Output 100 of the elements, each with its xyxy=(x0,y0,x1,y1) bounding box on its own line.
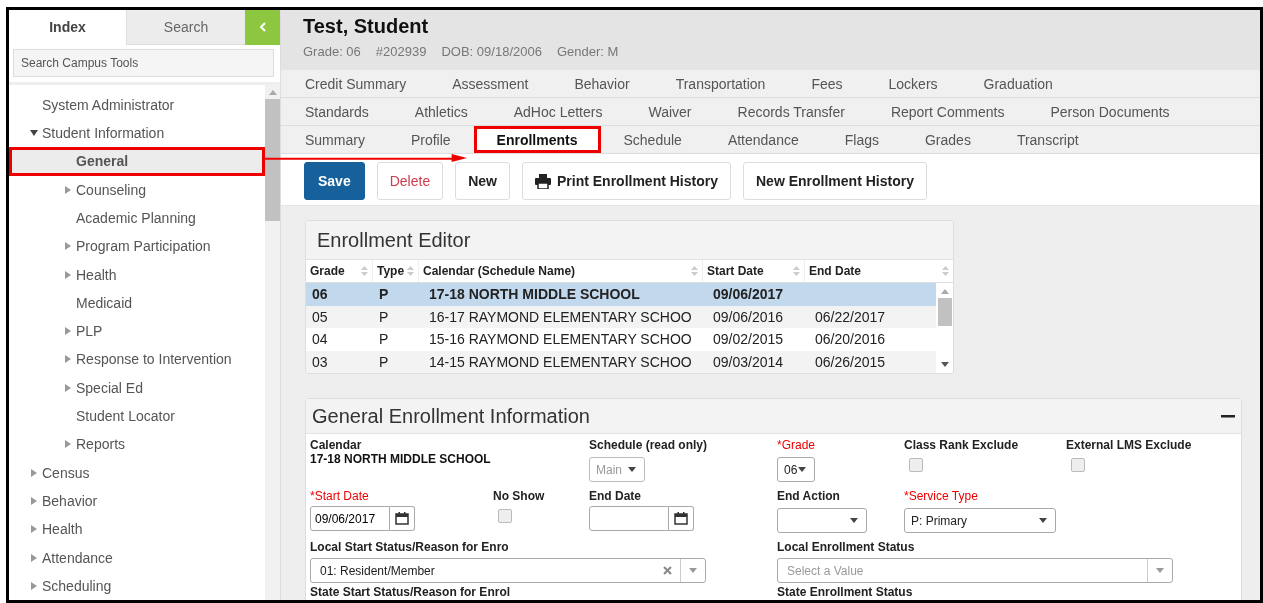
column-header[interactable]: Calendar (Schedule Name) xyxy=(419,260,703,282)
tab[interactable]: Athletics xyxy=(391,98,491,125)
table-cell: 06 xyxy=(312,286,328,303)
tab[interactable]: Behavior xyxy=(551,70,653,97)
field-label: State Enrollment Status xyxy=(777,585,914,600)
tab[interactable]: Credit Summary xyxy=(282,70,430,97)
calendar-icon xyxy=(674,512,688,526)
select-field[interactable]: 06 xyxy=(777,457,815,483)
tab[interactable]: Enrollments xyxy=(473,126,601,153)
tab[interactable]: Attendance xyxy=(704,126,822,153)
checkbox[interactable] xyxy=(1071,458,1085,473)
tab[interactable]: Assessment xyxy=(429,70,552,97)
tab[interactable]: Transportation xyxy=(652,70,789,97)
tab[interactable]: Records Transfer xyxy=(714,98,868,125)
scrollbar-thumb[interactable] xyxy=(937,298,952,326)
tree-item[interactable]: Health xyxy=(9,260,265,289)
tab[interactable]: Waiver xyxy=(625,98,715,125)
tab[interactable]: Flags xyxy=(821,126,902,153)
tab[interactable]: Schedule xyxy=(600,126,705,153)
table-cell: 09/06/2016 xyxy=(713,308,784,325)
sort-icon xyxy=(942,265,949,277)
student-detail: DOB: 09/18/2006 xyxy=(441,44,542,59)
caret-down-icon xyxy=(628,467,636,473)
field-label: *Service Type xyxy=(904,489,979,504)
toolbar-button[interactable]: Delete xyxy=(376,162,444,200)
tab[interactable]: Summary xyxy=(282,126,388,153)
tab[interactable]: Standards xyxy=(282,98,392,125)
tab[interactable]: Fees xyxy=(788,70,866,97)
tab[interactable]: Grades xyxy=(901,126,994,153)
tree-item[interactable]: Response to Intervention xyxy=(9,345,265,374)
field-label: External LMS Exclude xyxy=(1066,438,1193,453)
tab[interactable]: Transcript xyxy=(993,126,1102,153)
caret-down-icon xyxy=(1156,568,1164,574)
toolbar-button[interactable]: Save xyxy=(304,162,365,200)
caret-right-icon xyxy=(64,327,72,336)
calendar-button[interactable] xyxy=(390,506,415,532)
table-row[interactable]: 03 P 14-15 RAYMOND ELEMENTARY SCHOO 09/03/2014 06/26/2015 xyxy=(306,350,936,374)
checkbox[interactable] xyxy=(909,458,923,473)
tree-item[interactable]: Medicaid xyxy=(9,288,265,318)
collapse-sidebar-button[interactable] xyxy=(245,10,280,45)
calendar-button[interactable] xyxy=(669,506,694,532)
select-field[interactable]: P: Primary xyxy=(904,508,1056,534)
caret-right-icon xyxy=(64,355,72,364)
sidebar-tab[interactable]: Search xyxy=(127,10,245,45)
tree-item[interactable]: General xyxy=(9,147,265,176)
printer-icon xyxy=(534,173,551,189)
caret-down-icon xyxy=(30,129,38,138)
student-detail: Grade: 06 xyxy=(303,44,361,59)
print-button[interactable]: Print Enrollment History xyxy=(521,162,731,200)
tree-item[interactable]: Attendance xyxy=(9,543,265,572)
field-label: No Show xyxy=(493,489,546,504)
tree-item[interactable]: Program Participation xyxy=(9,232,265,261)
tab[interactable]: Profile xyxy=(387,126,474,153)
tab[interactable]: AdHoc Letters xyxy=(490,98,626,125)
sort-icon xyxy=(691,265,698,277)
tree-item[interactable]: Counseling xyxy=(9,175,265,204)
table-row[interactable]: 04 P 15-16 RAYMOND ELEMENTARY SCHOO 09/02/2015 06/20/2016 xyxy=(306,328,936,351)
tree-item[interactable]: Academic Planning xyxy=(9,203,265,233)
scroll-down-icon xyxy=(940,362,949,369)
scrollbar-thumb[interactable] xyxy=(265,98,280,221)
tree-item[interactable]: Reports xyxy=(9,430,265,459)
tree-item[interactable]: PLP xyxy=(9,317,265,346)
table-row[interactable]: 06 P 17-18 NORTH MIDDLE SCHOOL 09/06/2017 xyxy=(306,283,936,306)
toolbar-button[interactable]: New Enrollment History xyxy=(743,162,927,200)
table-cell: 06/22/2017 xyxy=(815,308,886,325)
scrollbar[interactable] xyxy=(265,84,280,600)
tree-item[interactable]: System Administrator xyxy=(9,90,265,119)
date-field[interactable]: 09/06/2017 xyxy=(310,506,390,532)
tree-item[interactable]: Special Ed xyxy=(9,373,265,402)
tab[interactable]: Person Documents xyxy=(1027,98,1193,125)
caret-right-icon xyxy=(30,581,38,590)
field-label: *Grade xyxy=(777,438,817,453)
search-field[interactable]: Search Campus Tools xyxy=(13,48,274,77)
tree-item[interactable]: Student Locator xyxy=(9,401,265,431)
table-row[interactable]: 05 P 16-17 RAYMOND ELEMENTARY SCHOO 09/06/2016 06/22/2017 xyxy=(306,305,936,329)
sort-icon xyxy=(407,265,414,277)
tree-item[interactable]: Behavior xyxy=(9,486,265,516)
tab[interactable]: Report Comments xyxy=(867,98,1028,125)
tree-item[interactable]: Health xyxy=(9,515,265,544)
tree-item[interactable]: Student Information xyxy=(9,118,265,148)
select-field[interactable] xyxy=(777,508,867,534)
toolbar-button[interactable]: New xyxy=(455,162,510,200)
scroll-up-icon xyxy=(940,288,949,294)
tree-item[interactable]: Scheduling xyxy=(9,571,265,600)
column-header[interactable]: End Date xyxy=(805,260,953,282)
checkbox[interactable] xyxy=(498,509,512,524)
table-cell: 05 xyxy=(312,308,328,325)
column-header[interactable]: Start Date xyxy=(703,260,805,282)
caret-right-icon xyxy=(30,496,38,505)
clear-icon[interactable] xyxy=(663,566,672,576)
combo-field[interactable]: 01: Resident/Member xyxy=(310,558,706,584)
tab[interactable]: Graduation xyxy=(960,70,1076,97)
panel-title: Enrollment Editor xyxy=(317,228,471,252)
column-header[interactable]: Grade xyxy=(306,260,373,282)
tree-item[interactable]: Census xyxy=(9,458,265,487)
field-label: End Action xyxy=(777,489,841,504)
tab[interactable]: Lockers xyxy=(865,70,961,97)
column-header[interactable]: Type xyxy=(373,260,419,282)
collapse-icon[interactable] xyxy=(1221,414,1235,418)
date-field[interactable] xyxy=(589,506,669,532)
